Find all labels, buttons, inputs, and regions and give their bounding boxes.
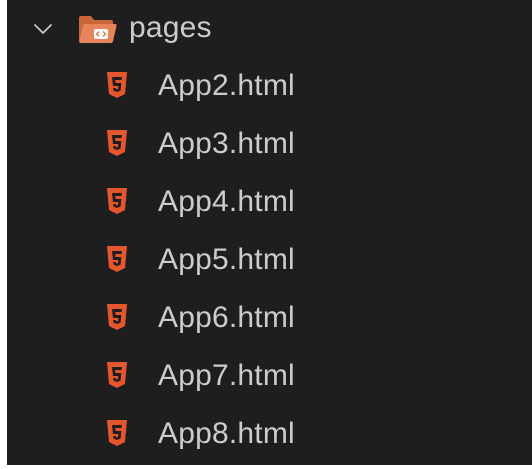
file-name-label: App7.html [158,359,295,392]
chevron-down-icon[interactable] [31,17,55,41]
file-item[interactable]: App8.html [7,406,532,464]
file-explorer-tree: pages App2.html App3.html App4.html App5… [7,0,532,465]
file-name-label: App4.html [158,185,295,218]
file-item[interactable]: App5.html [7,232,532,290]
html5-icon [107,188,127,214]
folder-open-icon [79,16,117,43]
file-item[interactable]: App6.html [7,290,532,348]
html5-icon [107,420,127,446]
file-name-label: App6.html [158,301,295,334]
file-name-label: App2.html [158,69,295,102]
file-item[interactable]: App2.html [7,58,532,116]
file-name-label: App3.html [158,127,295,160]
html5-icon [107,246,127,272]
file-name-label: App5.html [158,243,295,276]
html5-icon [107,304,127,330]
html5-icon [107,72,127,98]
file-item[interactable]: App7.html [7,348,532,406]
folder-pages[interactable]: pages [7,0,532,58]
folder-name-label: pages [129,11,212,44]
file-name-label: App8.html [158,417,295,450]
file-item[interactable]: App4.html [7,174,532,232]
html5-icon [107,130,127,156]
html5-icon [107,362,127,388]
file-item[interactable]: App3.html [7,116,532,174]
